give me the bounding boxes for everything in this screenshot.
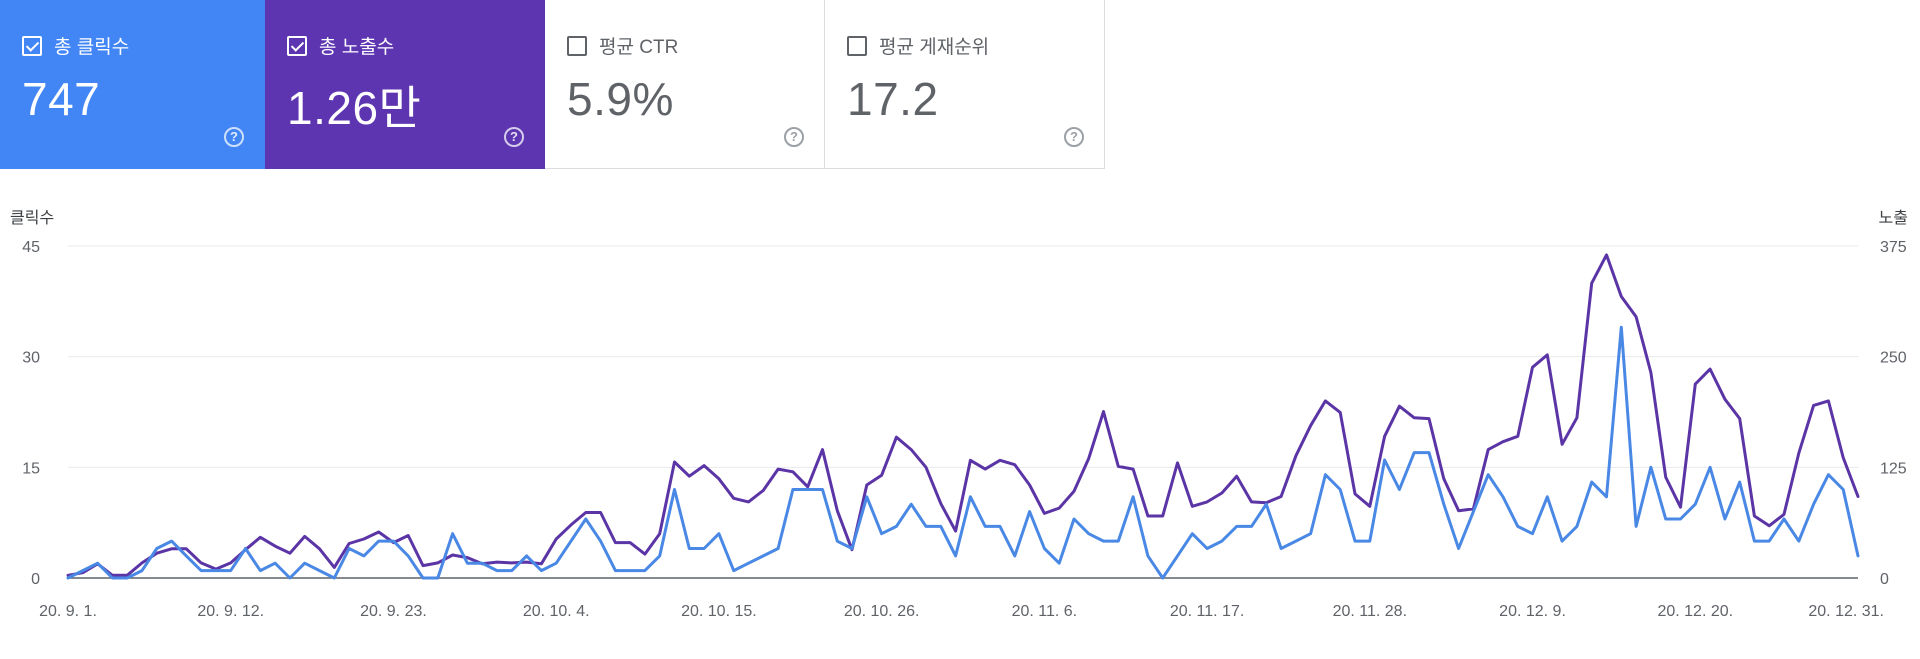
x-tick-label: 20. 10. 15. xyxy=(681,603,757,620)
x-tick-label: 20. 9. 1. xyxy=(39,603,97,620)
x-tick-label: 20. 9. 12. xyxy=(197,603,264,620)
performance-chart: 클릭수 노출 0153045 0125250375 20. 9. 1. 20. 9… xyxy=(10,209,1908,620)
left-axis-ticks: 0 15 30 45 xyxy=(22,239,40,588)
x-tick-label: 20. 12. 20. xyxy=(1657,603,1733,620)
x-tick-label: 20. 12. 9. xyxy=(1499,603,1566,620)
left-y-tick-label: 45 xyxy=(22,239,40,256)
right-y-tick-label: 375 xyxy=(1880,239,1907,256)
left-y-tick-label: 15 xyxy=(22,460,40,477)
x-tick-label: 20. 10. 4. xyxy=(523,603,590,620)
x-tick-label: 20. 11. 28. xyxy=(1333,603,1407,620)
right-y-tick-label: 250 xyxy=(1880,350,1907,367)
x-tick-label: 20. 9. 23. xyxy=(360,603,427,620)
right-y-tick-label: 0 xyxy=(1880,571,1889,588)
x-tick-label: 20. 12. 31. xyxy=(1808,603,1884,620)
right-axis-ticks: 0 125 250 375 xyxy=(1880,239,1907,588)
x-tick-label: 20. 11. 17. xyxy=(1170,603,1244,620)
left-y-tick-label: 30 xyxy=(22,350,40,367)
right-y-tick-label: 125 xyxy=(1880,460,1907,477)
right-axis-title: 노출 xyxy=(1879,209,1908,227)
x-tick-label: 20. 10. 26. xyxy=(844,603,920,620)
clicks-series-line xyxy=(66,325,1860,580)
left-y-tick-label: 0 xyxy=(31,571,40,588)
x-axis-ticks: 20. 9. 1. 20. 9. 12. 20. 9. 23. 20. 10. 4. 2… xyxy=(39,603,1884,620)
left-axis-title: 클릭수 xyxy=(10,209,54,227)
x-tick-label: 20. 11. 6. xyxy=(1012,603,1078,620)
chart-series xyxy=(66,253,1860,580)
